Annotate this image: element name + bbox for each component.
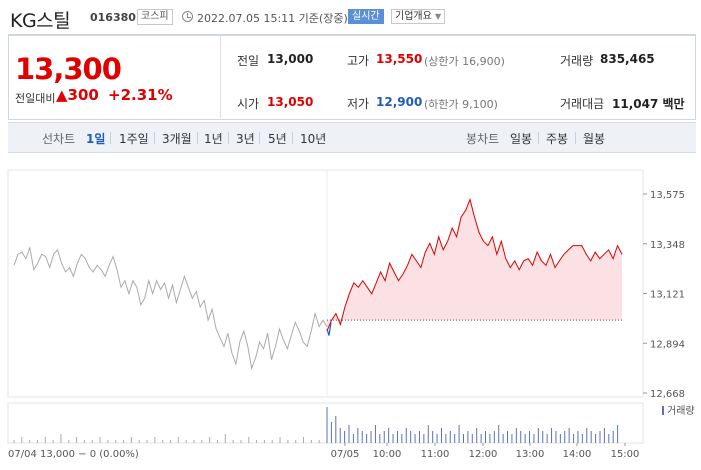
period-3y[interactable]: 3년 bbox=[236, 130, 255, 147]
y-tick-label: 13,121 bbox=[650, 290, 685, 301]
x-tick-label: 10:00 bbox=[373, 449, 402, 460]
amount-label: 거래대금 bbox=[560, 97, 605, 111]
candle-daily[interactable]: 일봉 bbox=[510, 130, 532, 147]
amount-value: 11,047 백만 bbox=[612, 97, 685, 111]
series-today-area bbox=[327, 199, 622, 332]
period-separator bbox=[228, 132, 229, 144]
market-badge: 코스피 bbox=[137, 9, 173, 25]
y-tick-label: 12,894 bbox=[650, 339, 685, 350]
upper-limit: (상한가 16,900) bbox=[424, 55, 505, 68]
change-percent: +2.31% bbox=[108, 86, 173, 104]
candle-monthly[interactable]: 월봉 bbox=[583, 130, 605, 147]
y-axis: 13,575 13,348 13,121 12,894 12,668 bbox=[643, 190, 685, 400]
change-label: 전일대비 bbox=[15, 92, 56, 105]
clock-icon bbox=[182, 11, 193, 22]
price-series bbox=[13, 197, 623, 371]
line-chart-label: 선차트 bbox=[42, 132, 76, 146]
lower-limit: (하한가 9,100) bbox=[424, 98, 498, 111]
volume-frame bbox=[7, 402, 644, 444]
current-price: 13,300 bbox=[15, 52, 122, 86]
period-separator bbox=[259, 132, 260, 144]
up-arrow-icon: ▲ bbox=[56, 86, 68, 104]
period-separator bbox=[197, 132, 198, 144]
chevron-down-icon: ▼ bbox=[435, 12, 442, 21]
period-5y[interactable]: 5년 bbox=[268, 130, 287, 147]
series-prev-day bbox=[13, 245, 328, 371]
prev-close-value: 13,000 bbox=[267, 52, 314, 66]
x-tick-label: 12:00 bbox=[469, 449, 498, 460]
y-tick-label: 12,668 bbox=[650, 389, 685, 400]
company-info-dropdown[interactable]: 기업개요 ▼ bbox=[391, 9, 446, 24]
period-separator bbox=[154, 132, 155, 144]
y-tick-label: 13,348 bbox=[650, 240, 685, 251]
period-separator bbox=[110, 132, 111, 144]
company-info-label: 기업개요 bbox=[395, 11, 432, 22]
price-chart[interactable]: 13,575 13,348 13,121 12,894 12,668 07/05 10:0… bbox=[0, 160, 701, 470]
y-tick-label: 13,575 bbox=[650, 190, 685, 201]
timestamp: 2022.07.05 15:11 기준(장중) bbox=[197, 12, 348, 25]
stock-name: KG스틸 bbox=[10, 10, 71, 32]
x-tick-label: 15:00 bbox=[611, 449, 640, 460]
candle-chart-label: 봉차트 bbox=[466, 132, 500, 146]
x-tick-label: 13:00 bbox=[516, 449, 545, 460]
x-tick-label: 14:00 bbox=[563, 449, 592, 460]
volume-label: 거래량 bbox=[560, 54, 594, 68]
volume-legend: 거래량 bbox=[667, 405, 695, 417]
realtime-button[interactable]: 실시간 bbox=[348, 9, 384, 24]
period-separator bbox=[292, 132, 293, 144]
stock-code: 016380 bbox=[90, 11, 136, 24]
period-separator bbox=[575, 132, 576, 144]
candle-weekly[interactable]: 주봉 bbox=[546, 130, 568, 147]
volume-value: 835,465 bbox=[600, 52, 655, 66]
period-3m[interactable]: 3개월 bbox=[162, 130, 192, 147]
change-amount: ▲300 bbox=[56, 86, 99, 104]
period-separator bbox=[538, 132, 539, 144]
period-1w[interactable]: 1주일 bbox=[119, 130, 149, 147]
prev-close-label: 전일 bbox=[237, 54, 260, 68]
low-value: 12,900 bbox=[376, 95, 423, 109]
period-1d[interactable]: 1일 bbox=[86, 130, 105, 147]
volume-legend-marker bbox=[662, 406, 664, 415]
open-label: 시가 bbox=[237, 97, 260, 111]
low-label: 저가 bbox=[347, 97, 370, 111]
period-1y[interactable]: 1년 bbox=[204, 130, 223, 147]
open-value: 13,050 bbox=[267, 95, 314, 109]
high-value: 13,550 bbox=[376, 52, 423, 66]
x-tick-label: 11:00 bbox=[421, 449, 450, 460]
period-10y[interactable]: 10년 bbox=[300, 130, 326, 147]
volume-bars bbox=[13, 407, 619, 443]
x-axis: 07/05 10:00 11:00 12:00 13:00 14:00 15:00 bbox=[331, 443, 640, 460]
prev-day-label: 07/04 13,000 − 0 (0.00%) bbox=[8, 449, 139, 460]
x-tick-label: 07/05 bbox=[331, 449, 360, 460]
quote-divider bbox=[220, 36, 221, 120]
high-label: 고가 bbox=[347, 54, 370, 68]
